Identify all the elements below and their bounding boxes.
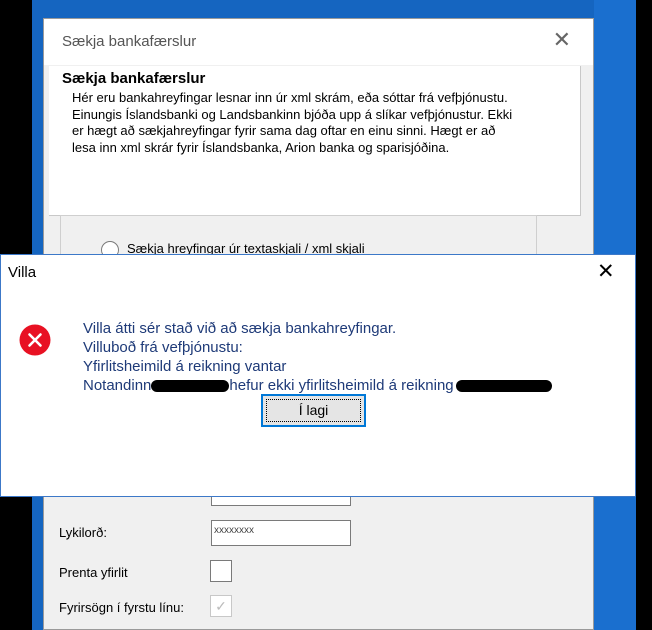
password-label: Lykilorð: (59, 525, 107, 540)
window-title: Sækja bankafærslur (62, 33, 197, 50)
error-line: Villuboð frá vefþjónustu: (83, 339, 243, 356)
ok-button-label: Í lagi (298, 402, 329, 418)
header-first-line-checkbox[interactable]: ✓ (210, 595, 232, 617)
check-icon: ✓ (215, 598, 227, 614)
print-statement-label: Prenta yfirlit (59, 565, 128, 580)
error-line: Notandinn hefur ekki yfirlitsheimild á re… (83, 376, 623, 395)
redacted-account (455, 380, 552, 393)
print-statement-checkbox[interactable] (210, 560, 232, 582)
password-field[interactable]: xxxxxxxx (211, 520, 351, 546)
error-line-part: hefur ekki yfirlitsheimild á reikning (229, 377, 454, 394)
error-line: Yfirlitsheimild á reikning vantar (83, 358, 287, 375)
error-message: Villa átti sér stað við að sækja bankahr… (83, 319, 623, 395)
info-panel: Sækja bankafærslur Hér eru bankahreyfing… (49, 66, 581, 216)
error-line-part: Notandinn (83, 377, 152, 394)
error-title-bar: Villa ✕ (1, 255, 635, 292)
info-heading: Sækja bankafærslur (62, 70, 206, 87)
redacted-username (151, 380, 230, 393)
error-icon (19, 324, 51, 356)
error-title: Villa (8, 264, 37, 281)
info-text: Hér eru bankahreyfingar lesnar inn úr xm… (72, 90, 513, 155)
error-line: Villa átti sér stað við að sækja bankahr… (83, 320, 397, 337)
error-dialog: Villa ✕ Villa átti sér stað við að sækja… (0, 254, 636, 497)
screen-edge-right (636, 0, 652, 630)
close-icon[interactable]: ✕ (597, 261, 615, 283)
title-bar: Sækja bankafærslur ✕ (44, 19, 593, 65)
ok-button[interactable]: Í lagi (261, 394, 366, 427)
close-icon[interactable]: ✕ (553, 29, 571, 51)
header-first-line-label: Fyrirsögn í fyrstu línu: (59, 600, 184, 615)
